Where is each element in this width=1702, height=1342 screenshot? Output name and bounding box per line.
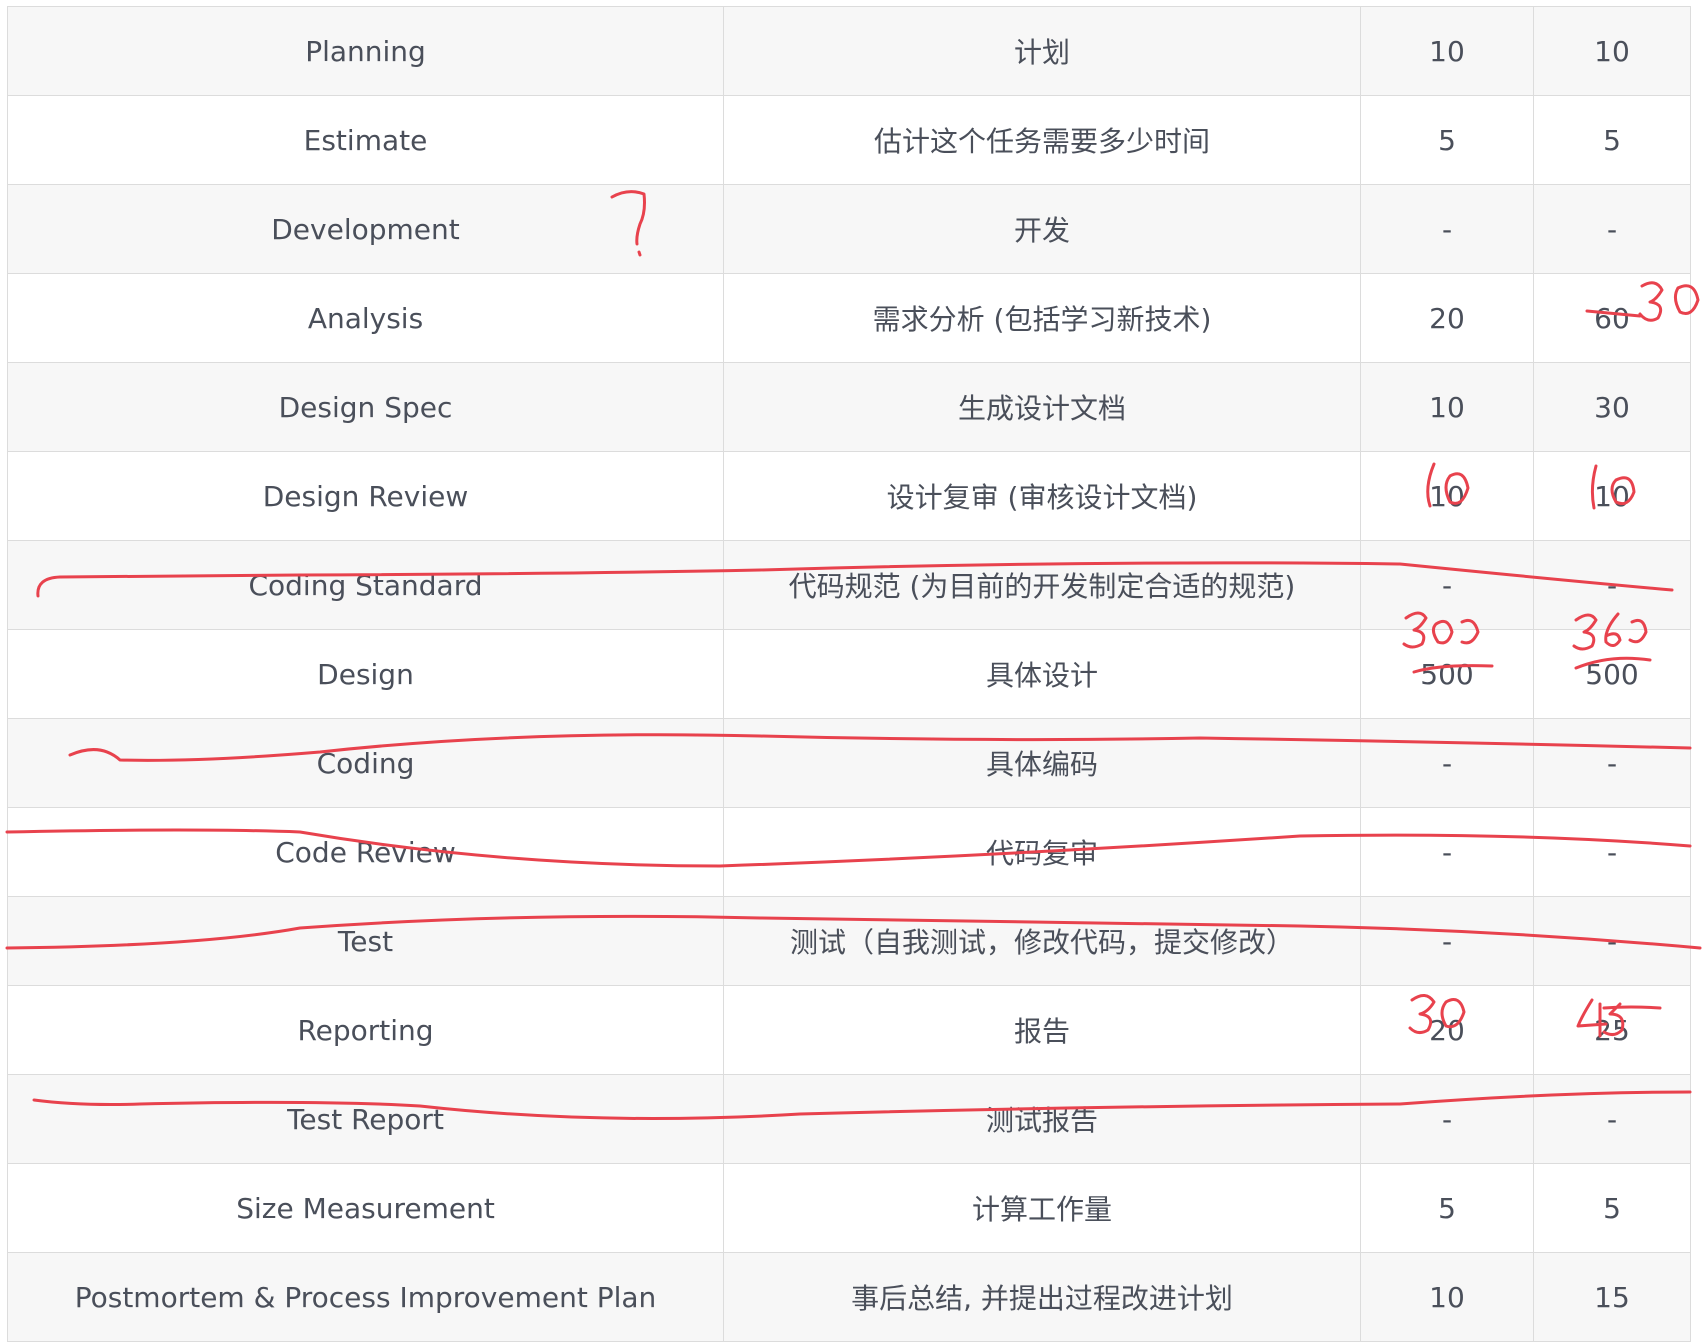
activity-cell: Reporting: [7, 985, 724, 1075]
estimate-cell: 20: [1360, 985, 1534, 1075]
table-row: Coding Standard 代码规范 (为目前的开发制定合适的规范) - -: [7, 540, 1691, 630]
table-row: Development 开发 - -: [7, 184, 1691, 274]
table-row: Analysis 需求分析 (包括学习新技术) 20 60: [7, 273, 1691, 363]
actual-cell: 30: [1533, 362, 1691, 452]
table-row: Reporting 报告 20 25: [7, 985, 1691, 1075]
activity-cell: Test: [7, 896, 724, 986]
description-cell: 具体编码: [723, 718, 1361, 808]
description-cell: 代码规范 (为目前的开发制定合适的规范): [723, 540, 1361, 630]
description-cell: 事后总结, 并提出过程改进计划: [723, 1252, 1361, 1342]
description-cell: 代码复审: [723, 807, 1361, 897]
table-row: Size Measurement 计算工作量 5 5: [7, 1163, 1691, 1253]
table-row: Design Review 设计复审 (审核设计文档) 10 10: [7, 451, 1691, 541]
actual-cell: 10: [1533, 6, 1691, 96]
activity-cell: Planning: [7, 6, 724, 96]
activity-cell: Test Report: [7, 1074, 724, 1164]
activity-cell: Design Spec: [7, 362, 724, 452]
actual-cell: -: [1533, 540, 1691, 630]
actual-cell: 500: [1533, 629, 1691, 719]
description-cell: 测试报告: [723, 1074, 1361, 1164]
estimate-cell: 10: [1360, 6, 1534, 96]
description-cell: 设计复审 (审核设计文档): [723, 451, 1361, 541]
table-row: Code Review 代码复审 - -: [7, 807, 1691, 897]
actual-cell: 5: [1533, 95, 1691, 185]
description-cell: 报告: [723, 985, 1361, 1075]
activity-cell: Design: [7, 629, 724, 719]
screenshot-canvas: Planning 计划 10 10 Estimate 估计这个任务需要多少时间 …: [0, 0, 1702, 1342]
actual-cell: -: [1533, 1074, 1691, 1164]
description-cell: 计划: [723, 6, 1361, 96]
actual-cell: 25: [1533, 985, 1691, 1075]
table-row: Coding 具体编码 - -: [7, 718, 1691, 808]
activity-cell: Postmortem & Process Improvement Plan: [7, 1252, 724, 1342]
actual-cell: -: [1533, 184, 1691, 274]
psp-time-table: Planning 计划 10 10 Estimate 估计这个任务需要多少时间 …: [7, 6, 1691, 1342]
activity-cell: Code Review: [7, 807, 724, 897]
estimate-cell: 10: [1360, 1252, 1534, 1342]
description-cell: 具体设计: [723, 629, 1361, 719]
table-row: Design Spec 生成设计文档 10 30: [7, 362, 1691, 452]
estimate-cell: 5: [1360, 95, 1534, 185]
table-row: Design 具体设计 500 500: [7, 629, 1691, 719]
activity-cell: Analysis: [7, 273, 724, 363]
activity-cell: Coding: [7, 718, 724, 808]
estimate-cell: 10: [1360, 362, 1534, 452]
table-row: Postmortem & Process Improvement Plan 事后…: [7, 1252, 1691, 1342]
table-row: Estimate 估计这个任务需要多少时间 5 5: [7, 95, 1691, 185]
estimate-cell: 10: [1360, 451, 1534, 541]
actual-cell: 15: [1533, 1252, 1691, 1342]
table-row: Planning 计划 10 10: [7, 6, 1691, 96]
description-cell: 需求分析 (包括学习新技术): [723, 273, 1361, 363]
table-row: Test Report 测试报告 - -: [7, 1074, 1691, 1164]
estimate-cell: -: [1360, 718, 1534, 808]
description-cell: 生成设计文档: [723, 362, 1361, 452]
estimate-cell: -: [1360, 540, 1534, 630]
estimate-cell: -: [1360, 184, 1534, 274]
description-cell: 开发: [723, 184, 1361, 274]
actual-cell: 60: [1533, 273, 1691, 363]
description-cell: 测试（自我测试，修改代码，提交修改）: [723, 896, 1361, 986]
actual-cell: -: [1533, 718, 1691, 808]
activity-cell: Size Measurement: [7, 1163, 724, 1253]
estimate-cell: -: [1360, 896, 1534, 986]
table-row: Test 测试（自我测试，修改代码，提交修改） - -: [7, 896, 1691, 986]
activity-cell: Coding Standard: [7, 540, 724, 630]
estimate-cell: 20: [1360, 273, 1534, 363]
actual-cell: 5: [1533, 1163, 1691, 1253]
actual-cell: -: [1533, 896, 1691, 986]
actual-cell: -: [1533, 807, 1691, 897]
activity-cell: Estimate: [7, 95, 724, 185]
estimate-cell: 500: [1360, 629, 1534, 719]
estimate-cell: 5: [1360, 1163, 1534, 1253]
description-cell: 计算工作量: [723, 1163, 1361, 1253]
activity-cell: Design Review: [7, 451, 724, 541]
table-body: Planning 计划 10 10 Estimate 估计这个任务需要多少时间 …: [7, 6, 1691, 1342]
estimate-cell: -: [1360, 807, 1534, 897]
actual-cell: 10: [1533, 451, 1691, 541]
description-cell: 估计这个任务需要多少时间: [723, 95, 1361, 185]
activity-cell: Development: [7, 184, 724, 274]
estimate-cell: -: [1360, 1074, 1534, 1164]
